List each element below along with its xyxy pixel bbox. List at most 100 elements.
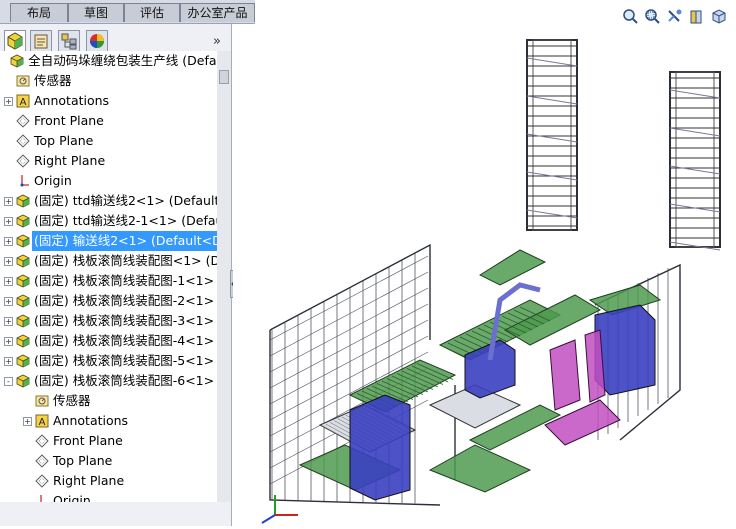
expand-toggle[interactable]: + — [4, 97, 13, 106]
expand-toggle[interactable]: + — [4, 337, 13, 346]
tree-item-label: Top Plane — [53, 453, 113, 468]
plane-icon — [35, 454, 49, 468]
fence-rail — [269, 255, 429, 341]
tree-item-label: Origin — [34, 173, 72, 188]
expand-toggle[interactable]: + — [4, 317, 13, 326]
property-manager-tab[interactable] — [30, 30, 52, 52]
tree-item-label: (固定) 输送线2<1> (Default<De — [32, 231, 217, 251]
configuration-manager-icon — [61, 33, 77, 50]
tree-item[interactable]: + (固定) 栈板滚筒线装配图-3<1> — [0, 311, 217, 331]
zoom-to-area-icon[interactable] — [644, 8, 661, 25]
tree-item[interactable]: + (固定) 输送线2<1> (Default<De — [0, 231, 217, 251]
expand-toggle[interactable]: + — [4, 217, 13, 226]
tree-item-label: Annotations — [34, 93, 110, 108]
tree-item[interactable]: + (固定) 栈板滚筒线装配图<1> (D — [0, 251, 217, 271]
tree-item[interactable]: + (固定) 栈板滚筒线装配图-2<1> — [0, 291, 217, 311]
tree-item[interactable]: Top Plane — [0, 131, 217, 151]
tree-root[interactable]: 全自动码垛缠绕包装生产线 (Defaul — [0, 51, 217, 71]
part-icon — [16, 374, 30, 388]
featuremanager-tab[interactable] — [4, 30, 26, 52]
expand-toggle[interactable]: + — [4, 297, 13, 306]
section-view-icon[interactable] — [688, 8, 705, 25]
part-icon — [16, 314, 30, 328]
tab-sketch[interactable]: 草图 — [68, 3, 124, 22]
root-icon — [10, 54, 24, 68]
graphics-area[interactable] — [233, 24, 736, 526]
tree-item-label: Annotations — [53, 413, 129, 428]
expand-toggle[interactable]: + — [4, 197, 13, 206]
display-manager-icon — [90, 34, 104, 48]
tree-item[interactable]: + A Annotations — [0, 411, 217, 431]
expand-panel-button[interactable]: » — [213, 34, 221, 49]
tab-office-products[interactable]: 办公室产品 — [180, 3, 255, 22]
tree-item-label: 传感器 — [53, 393, 91, 408]
stretch-wrapper-blue — [349, 394, 411, 501]
plane-icon — [35, 474, 49, 488]
part-icon — [16, 194, 30, 208]
part-icon — [16, 254, 30, 268]
expand-toggle[interactable]: + — [4, 257, 13, 266]
tree-item[interactable]: Right Plane — [0, 471, 217, 491]
sensor-icon — [35, 395, 49, 407]
collapse-toggle[interactable]: - — [4, 377, 13, 386]
origin-icon — [20, 175, 29, 187]
property-manager-icon — [34, 34, 48, 49]
display-manager-tab[interactable] — [86, 30, 108, 52]
fence-rail — [269, 287, 429, 373]
tree-item-label: (固定) 栈板滚筒线装配图-6<1> — [34, 373, 215, 388]
svg-text:A: A — [39, 417, 46, 428]
tab-evaluate[interactable]: 评估 — [124, 3, 180, 22]
assembly-3d-model[interactable] — [233, 24, 736, 526]
tree-item-label: (固定) 栈板滚筒线装配图-5<1> — [34, 353, 215, 368]
tree-item[interactable]: + (固定) 栈板滚筒线装配图-1<1> — [0, 271, 217, 291]
curved-conveyor-left — [478, 249, 547, 286]
tree-item-label: (固定) 栈板滚筒线装配图-4<1> — [34, 333, 215, 348]
tree-item-label: Right Plane — [53, 473, 125, 488]
tree-item-label: (固定) ttd输送线2<1> (Default< — [34, 193, 217, 208]
tree-item[interactable]: + A Annotations — [0, 91, 217, 111]
zoom-to-fit-icon[interactable] — [622, 8, 639, 25]
tree-item[interactable]: - (固定) 栈板滚筒线装配图-6<1> — [0, 371, 217, 391]
tree-item-label: (固定) 栈板滚筒线装配图-2<1> — [34, 293, 215, 308]
part-icon — [16, 354, 30, 368]
tree-item-label: (固定) ttd输送线2-1<1> (Defau — [34, 213, 217, 228]
tree-item[interactable]: Origin — [0, 171, 217, 191]
tree-item[interactable]: + (固定) ttd输送线2-1<1> (Defau — [0, 211, 217, 231]
previous-view-icon[interactable] — [666, 8, 683, 25]
tab-layout[interactable]: 布局 — [10, 3, 68, 22]
expand-toggle[interactable]: + — [4, 357, 13, 366]
tree-item[interactable]: Front Plane — [0, 111, 217, 131]
plane-icon — [16, 134, 30, 148]
wrapping-frame-magenta — [549, 339, 581, 411]
tree-item[interactable]: Front Plane — [0, 431, 217, 451]
tree-item[interactable]: 传感器 — [0, 71, 217, 91]
tree-item-label: (固定) 栈板滚筒线装配图-1<1> — [34, 273, 215, 288]
tree-item[interactable]: Right Plane — [0, 151, 217, 171]
part-icon — [16, 274, 30, 288]
tree-item[interactable]: Origin — [0, 491, 217, 502]
tree-item-label: Front Plane — [53, 433, 123, 448]
pallet-conveyor-front — [428, 444, 532, 493]
part-icon — [16, 214, 30, 228]
tree-item-label: (固定) 栈板滚筒线装配图-3<1> — [34, 313, 215, 328]
tree-item-label: 全自动码垛缠绕包装生产线 (Defaul — [28, 53, 217, 68]
tree-scrollbar[interactable] — [217, 51, 231, 502]
expand-toggle[interactable]: + — [4, 237, 13, 246]
plane-icon — [16, 154, 30, 168]
tree-item[interactable]: + (固定) 栈板滚筒线装配图-4<1> — [0, 331, 217, 351]
view-orientation-icon[interactable] — [710, 8, 727, 25]
expand-toggle[interactable]: + — [4, 277, 13, 286]
configuration-manager-tab[interactable] — [58, 30, 80, 52]
tree-item[interactable]: 传感器 — [0, 391, 217, 411]
tree-item[interactable]: + (固定) ttd输送线2<1> (Default< — [0, 191, 217, 211]
heads-up-view-toolbar — [622, 8, 736, 26]
tree-item-label: Right Plane — [34, 153, 106, 168]
expand-toggle[interactable]: + — [23, 417, 32, 426]
tree-scrollbar-thumb[interactable] — [219, 70, 229, 84]
tree-item-label: Origin — [53, 493, 91, 502]
tree-item[interactable]: + (固定) 栈板滚筒线装配图-5<1> — [0, 351, 217, 371]
tree-item[interactable]: Top Plane — [0, 451, 217, 471]
right-lift-tower — [669, 71, 721, 251]
part-icon — [16, 334, 30, 348]
tree-item-label: 传感器 — [34, 73, 72, 88]
